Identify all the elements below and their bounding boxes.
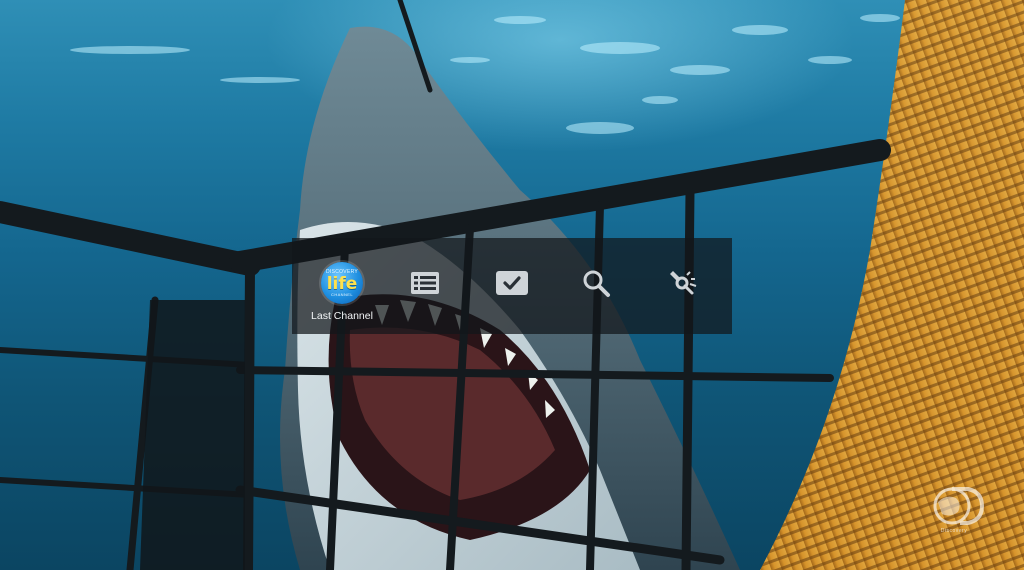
tv-screen: DISCOVERY life CHANNEL Last Channel Disc… [0,0,1024,570]
recordings-button[interactable] [489,238,535,334]
channel-logo-word: life [326,273,358,294]
settings-tools-icon [660,260,706,306]
settings-button[interactable] [660,238,706,334]
last-channel-label: Last Channel [311,310,373,322]
last-channel-button[interactable]: DISCOVERY life CHANNEL Last Channel [296,238,388,334]
guide-list-icon [402,260,448,306]
guide-button[interactable] [402,238,448,334]
search-button[interactable] [573,238,619,334]
channel-logo-top-text: DISCOVERY [325,269,359,275]
network-watermark-text: Discovery [940,528,968,534]
channel-logo-bottom-text: CHANNEL [331,292,353,297]
quick-menu-bar: DISCOVERY life CHANNEL Last Channel [292,238,732,334]
search-icon [573,260,619,306]
discovery-globe-icon [922,484,986,530]
checkmark-icon [489,260,535,306]
channel-logo: DISCOVERY life CHANNEL [321,262,363,304]
channel-logo-icon: DISCOVERY life CHANNEL [319,260,365,306]
